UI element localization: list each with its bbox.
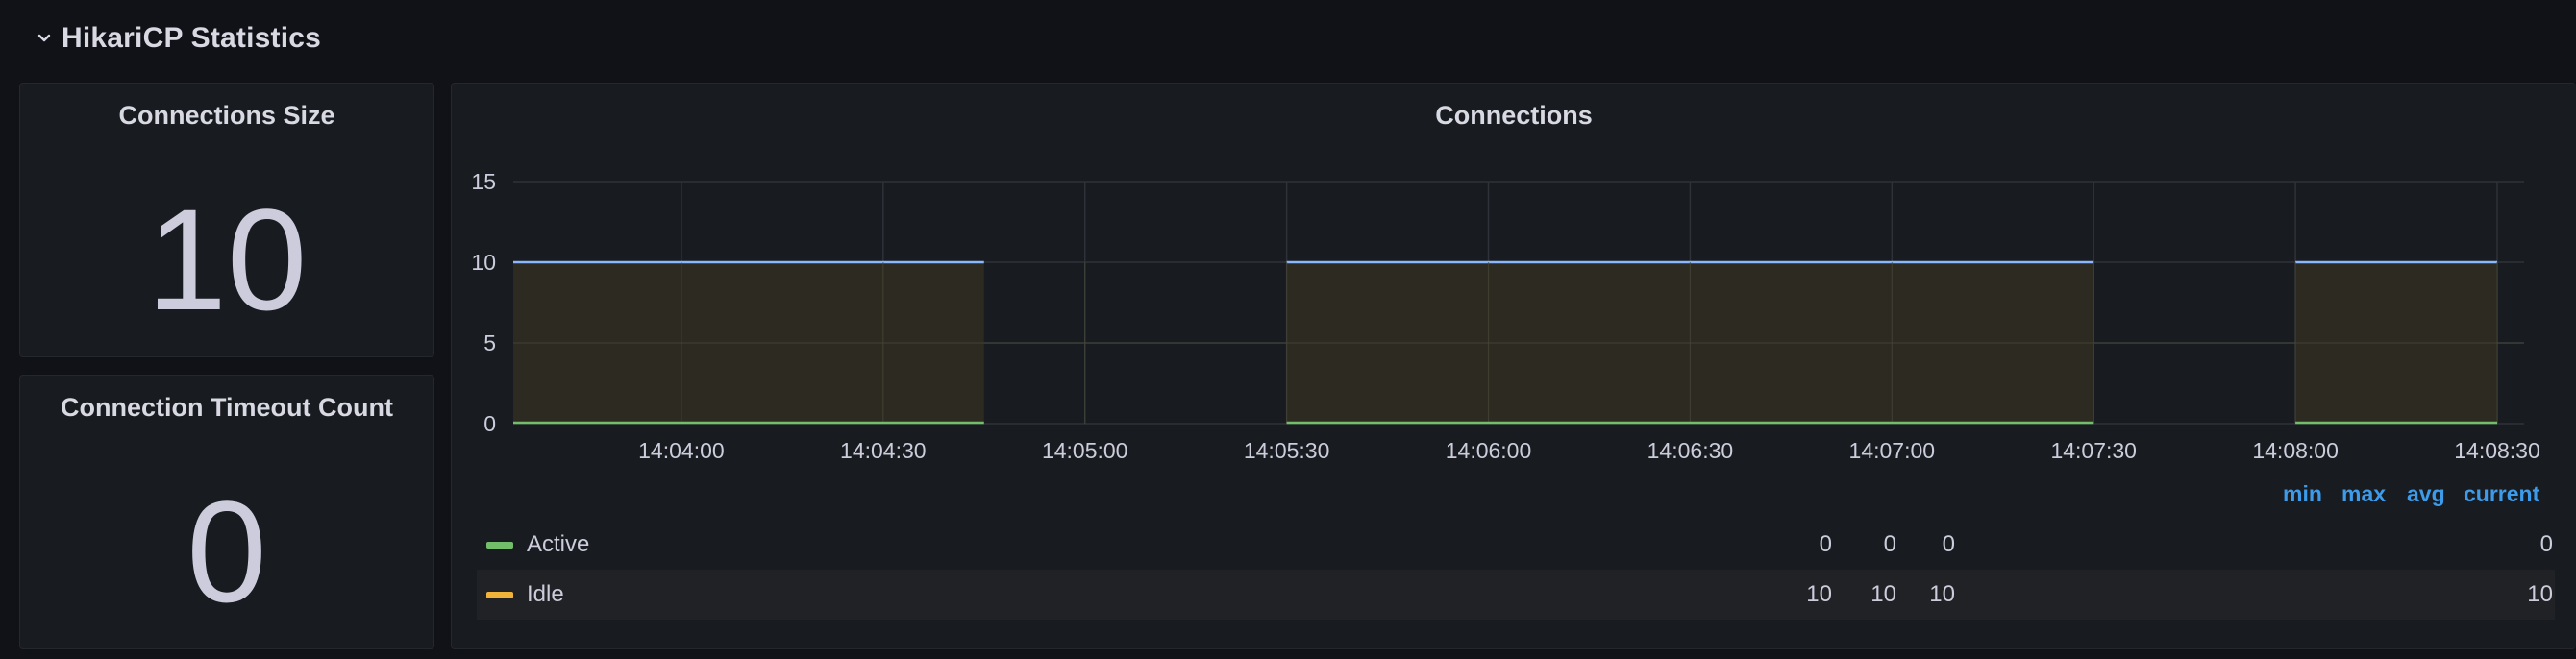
legend-current-value: 0 xyxy=(2539,531,2553,557)
legend-max-value: 0 xyxy=(1883,531,1896,557)
y-tick-label: 0 xyxy=(483,411,496,436)
legend-header-avg[interactable]: avg xyxy=(2407,481,2445,507)
x-tick-label: 14:06:00 xyxy=(1446,438,1532,463)
x-tick-label: 14:04:00 xyxy=(638,438,725,463)
x-tick-label: 14:07:30 xyxy=(2050,438,2137,463)
row-title: HikariCP Statistics xyxy=(62,22,322,54)
panel-title: Connections Size xyxy=(118,101,335,130)
panel-title: Connection Timeout Count xyxy=(61,393,393,422)
legend-header-max[interactable]: max xyxy=(2341,481,2386,507)
legend-max-value: 10 xyxy=(1870,581,1896,607)
legend-header-current[interactable]: current xyxy=(2464,481,2539,507)
legend-color-swatch[interactable] xyxy=(486,592,513,598)
legend-min-value: 10 xyxy=(1806,581,1832,607)
stat-panel-connection-timeout-count[interactable]: Connection Timeout Count 0 xyxy=(19,375,434,649)
x-tick-label: 14:05:00 xyxy=(1042,438,1128,463)
x-tick-label: 14:06:30 xyxy=(1647,438,1734,463)
legend-avg-value: 10 xyxy=(1929,581,1955,607)
stat-panel-connections-size[interactable]: Connections Size 10 xyxy=(19,83,434,357)
x-tick-label: 14:07:00 xyxy=(1849,438,1936,463)
legend-series-name[interactable]: Active xyxy=(527,531,589,558)
row-header-hikaricp[interactable]: HikariCP Statistics xyxy=(35,17,321,60)
graph-panel-connections[interactable]: Connections 0 5 10 15 14:04:00 14:04:30 14:05:… xyxy=(451,83,2576,649)
x-tick-label: 14:05:30 xyxy=(1244,438,1330,463)
legend-current-value: 10 xyxy=(2527,581,2553,607)
legend-min-value: 0 xyxy=(1819,531,1832,557)
x-tick-label: 14:04:30 xyxy=(840,438,927,463)
y-tick-label: 10 xyxy=(471,250,496,275)
legend-row-active[interactable]: Active 0 0 0 0 xyxy=(477,520,2555,570)
y-tick-label: 5 xyxy=(483,330,496,355)
legend-header-min[interactable]: min xyxy=(2283,481,2322,507)
chevron-down-icon[interactable] xyxy=(35,29,54,48)
legend-avg-value: 0 xyxy=(1942,531,1955,557)
legend-row-idle[interactable]: Idle 10 10 10 10 xyxy=(477,570,2555,620)
legend-color-swatch[interactable] xyxy=(486,542,513,549)
x-tick-label: 14:08:30 xyxy=(2454,438,2540,463)
legend-series-name[interactable]: Idle xyxy=(527,581,564,608)
connections-chart[interactable]: 0 5 10 15 14:04:00 14:04:30 14:05:00 14:05:30 14… xyxy=(452,84,2576,487)
x-tick-label: 14:08:00 xyxy=(2252,438,2339,463)
stat-value: 10 xyxy=(146,179,308,340)
y-tick-label: 15 xyxy=(471,169,496,194)
stat-value: 0 xyxy=(186,471,267,632)
